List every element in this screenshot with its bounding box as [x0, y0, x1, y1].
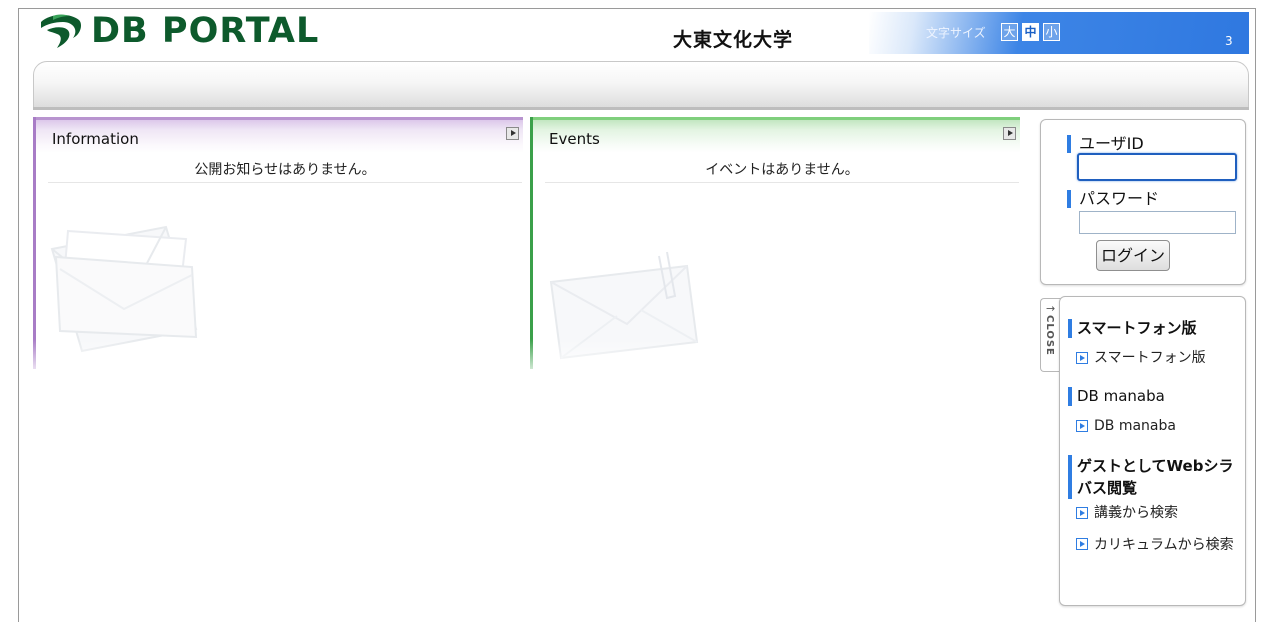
events-more-arrow-icon[interactable] [1003, 127, 1016, 140]
link-arrow-icon [1076, 352, 1088, 364]
password-input[interactable] [1079, 211, 1236, 234]
link-manaba[interactable]: DB manaba [1076, 417, 1234, 436]
portal-logo[interactable]: DB PORTAL [39, 11, 319, 51]
events-panel-title: Events [549, 130, 600, 148]
link-search-by-curriculum[interactable]: カリキュラムから検索 [1076, 535, 1234, 555]
link-smartphone[interactable]: スマートフォン版 [1076, 349, 1234, 368]
section-title-syllabus: ゲストとしてWebシラバス閲覧 [1068, 455, 1240, 499]
information-panel-fade [33, 339, 529, 379]
link-search-by-curriculum-label: カリキュラムから検索 [1094, 537, 1234, 553]
information-panel-header: Information [36, 117, 523, 153]
font-size-large-button[interactable]: 大 [1001, 23, 1018, 41]
logo-mark-icon [41, 14, 81, 48]
link-manaba-label: DB manaba [1094, 418, 1176, 434]
login-form: ユーザID パスワード ログイン [1040, 119, 1246, 285]
events-panel: Events イベントはありません。 [530, 117, 1026, 379]
link-search-by-course-label: 講義から検索 [1094, 505, 1178, 521]
link-arrow-icon [1076, 507, 1088, 519]
university-name: 大東文化大学 [673, 29, 794, 51]
logo-text: DB PORTAL [91, 11, 320, 51]
links-sidebar: スマートフォン版 スマートフォン版 DB manaba DB manaba ゲス… [1059, 296, 1246, 606]
events-empty-message: イベントはありません。 [545, 153, 1019, 183]
information-panel: Information 公開お知らせはありません。 [33, 117, 529, 379]
userid-input[interactable] [1077, 153, 1237, 181]
link-arrow-icon [1076, 420, 1088, 432]
envelope-icon [50, 225, 198, 353]
section-title-manaba: DB manaba [1068, 387, 1240, 406]
information-more-arrow-icon[interactable] [506, 127, 519, 140]
navigation-strip-shadow [33, 107, 1249, 110]
font-size-small-button[interactable]: 小 [1043, 23, 1060, 41]
login-button[interactable]: ログイン [1096, 240, 1170, 271]
close-arrow-icon: → [1046, 302, 1056, 315]
userid-label: ユーザID [1067, 135, 1144, 153]
password-label: パスワード [1067, 190, 1159, 208]
link-search-by-course[interactable]: 講義から検索 [1076, 504, 1234, 523]
link-smartphone-label: スマートフォン版 [1094, 350, 1206, 366]
information-empty-message: 公開お知らせはありません。 [48, 153, 522, 183]
font-size-medium-button[interactable]: 中 [1022, 23, 1039, 41]
link-arrow-icon [1076, 538, 1088, 550]
events-panel-header: Events [533, 117, 1020, 153]
close-label: CLOSE [1044, 315, 1055, 356]
header: DB PORTAL 大東文化大学 文字サイズ 大 中 小 3 [19, 9, 1255, 57]
navigation-strip [33, 61, 1249, 109]
information-panel-title: Information [52, 130, 139, 148]
events-panel-fade [530, 339, 1026, 379]
page-counter: 3 [1225, 34, 1233, 48]
font-size-label: 文字サイズ [926, 26, 986, 40]
section-title-smartphone: スマートフォン版 [1068, 319, 1240, 338]
